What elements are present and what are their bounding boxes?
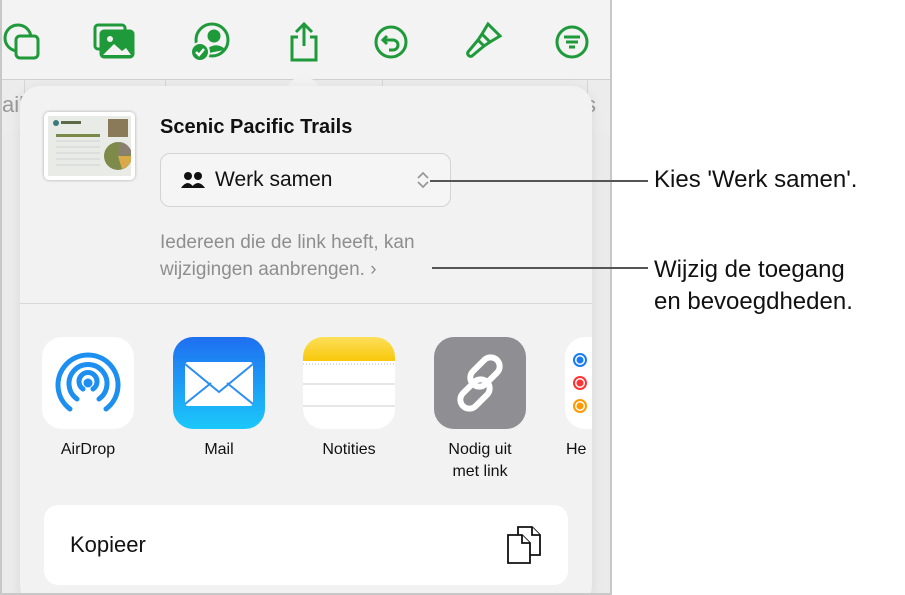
app-label: AirDrop	[60, 441, 116, 458]
chevron-right-icon: ›	[370, 259, 377, 280]
access-select-value: Werk samen	[215, 168, 333, 191]
undo-icon[interactable]	[369, 20, 413, 64]
description-line: wijzigingen aanbrengen.	[160, 259, 365, 280]
app-label: Nodig uit	[448, 441, 512, 458]
callout-line	[430, 180, 648, 182]
callout-line	[432, 267, 648, 269]
ipad-screen: ail s Scenic Pacific Trails Werk samen I…	[0, 0, 612, 595]
media-icon[interactable]	[92, 20, 136, 64]
app-label: He	[566, 441, 587, 458]
toolbar	[2, 0, 610, 80]
app-mail[interactable]: Mail	[173, 337, 265, 461]
document-title: Scenic Pacific Trails	[160, 116, 353, 138]
callout-text: Kies 'Werk samen'.	[654, 166, 858, 193]
document-thumbnail	[44, 112, 135, 180]
access-description[interactable]: Iedereen die de link heeft, kan wijzigin…	[160, 229, 415, 283]
people-icon	[181, 172, 205, 188]
copy-icon	[507, 526, 541, 564]
share-sheet: Scenic Pacific Trails Werk samen Iederee…	[20, 86, 592, 593]
reminders-icon	[565, 337, 592, 429]
format-brush-icon[interactable]	[460, 20, 504, 64]
link-icon	[434, 337, 526, 429]
shapes-icon[interactable]	[2, 20, 46, 64]
airdrop-icon	[42, 337, 134, 429]
app-label: Notities	[322, 441, 376, 458]
collaborate-icon[interactable]	[188, 20, 232, 64]
mail-icon	[173, 337, 265, 429]
copy-label: Kopieer	[70, 532, 146, 557]
share-icon[interactable]	[282, 20, 326, 64]
callout-text: Wijzig de toegang en bevoegdheden.	[654, 254, 853, 318]
chevron-updown-icon	[417, 171, 429, 189]
callout-line-text: en bevoegdheden.	[654, 288, 853, 315]
organize-icon[interactable]	[550, 20, 594, 64]
divider	[20, 303, 592, 304]
app-label: Mail	[204, 441, 234, 458]
app-row[interactable]: AirDrop Mail Notities Nodig uit met link …	[42, 337, 592, 477]
app-label: met link	[452, 463, 508, 477]
description-line: Iedereen die de link heeft, kan	[160, 232, 415, 253]
app-invite-link[interactable]: Nodig uit met link	[434, 337, 526, 477]
app-notes[interactable]: Notities	[303, 337, 395, 461]
access-select[interactable]: Werk samen	[160, 153, 451, 207]
copy-button[interactable]: Kopieer	[44, 505, 568, 585]
app-reminders[interactable]: He	[565, 337, 592, 461]
app-airdrop[interactable]: AirDrop	[42, 337, 134, 461]
notes-icon	[303, 337, 395, 429]
callout-line-text: Wijzig de toegang	[654, 256, 845, 283]
